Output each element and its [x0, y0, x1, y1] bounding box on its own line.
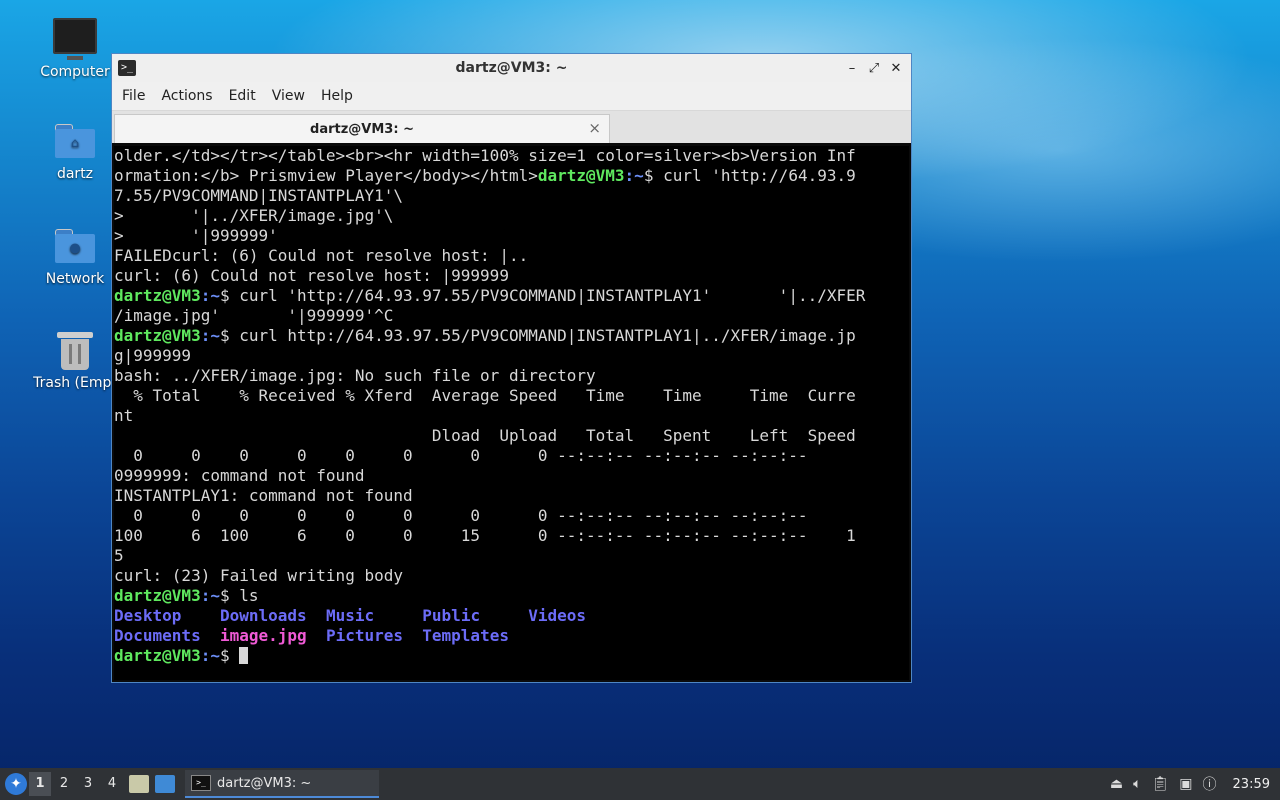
home-folder-icon: ⌂ — [55, 124, 95, 158]
desktop-icon-label: dartz — [56, 166, 94, 182]
terminal-line: curl: (6) Could not resolve host: |99999… — [114, 266, 509, 285]
terminal-line: ormation:</b> Prismview Player</body></h… — [114, 166, 856, 185]
tab-close-icon[interactable]: × — [588, 119, 601, 137]
tab-label: dartz@VM3: ~ — [310, 121, 414, 137]
ls-output-row: Documents image.jpg Pictures Templates — [114, 626, 509, 645]
menu-file[interactable]: File — [114, 88, 153, 104]
menubar: File Actions Edit View Help — [112, 82, 911, 111]
terminal-output[interactable]: older.</td></tr></table><br><hr width=10… — [114, 146, 909, 680]
desktop-icon-trash[interactable]: Trash (Empt — [25, 330, 125, 391]
text-cursor — [239, 647, 249, 664]
terminal-line: /image.jpg' '|999999'^C — [114, 306, 394, 325]
taskbar-terminal-button[interactable]: >_ dartz@VM3: ~ — [185, 770, 379, 798]
show-desktop-icon[interactable] — [155, 775, 175, 793]
workspace-4[interactable]: 4 — [101, 772, 123, 796]
terminal-line: 100 6 100 6 0 0 15 0 --:--:-- --:--:-- -… — [114, 526, 856, 545]
window-title: dartz@VM3: ~ — [455, 60, 568, 76]
computer-icon — [53, 18, 97, 60]
update-notifier-icon[interactable]: ⓘ — [1203, 774, 1217, 794]
terminal-line: > '|999999' — [114, 226, 278, 245]
volume-icon[interactable]: 🔈︎ — [1133, 776, 1141, 792]
workspace-3[interactable]: 3 — [77, 772, 99, 796]
desktop-icon-network[interactable]: ● Network — [25, 229, 125, 287]
terminal-prompt-line: dartz@VM3:~$ — [114, 646, 909, 666]
terminal-line: 0 0 0 0 0 0 0 0 --:--:-- --:--:-- --:--:… — [114, 446, 808, 465]
terminal-line: dartz@VM3:~$ curl 'http://64.93.97.55/PV… — [114, 286, 866, 305]
menu-view[interactable]: View — [264, 88, 313, 104]
workspace-1[interactable]: 1 — [29, 772, 51, 796]
eject-icon[interactable]: ⏏ — [1110, 776, 1123, 792]
network-icon[interactable]: ▣ — [1179, 776, 1192, 792]
ls-output-row: Desktop Downloads Music Public Videos — [114, 606, 587, 625]
file-manager-icon[interactable] — [129, 775, 149, 793]
minimize-button[interactable]: – — [843, 61, 861, 76]
terminal-line: % Total % Received % Xferd Average Speed… — [114, 386, 856, 405]
start-menu-icon[interactable]: ✦ — [5, 773, 27, 795]
task-label: dartz@VM3: ~ — [217, 775, 312, 791]
clipboard-icon[interactable]: 📋︎ — [1152, 776, 1170, 792]
terminal-icon: >_ — [191, 775, 211, 791]
network-folder-icon: ● — [55, 229, 95, 263]
terminal-line: FAILEDcurl: (6) Could not resolve host: … — [114, 246, 529, 265]
terminal-line: 0 0 0 0 0 0 0 0 --:--:-- --:--:-- --:--:… — [114, 506, 808, 525]
tab-terminal[interactable]: dartz@VM3: ~ × — [114, 114, 610, 143]
terminal-line: curl: (23) Failed writing body — [114, 566, 403, 585]
terminal-line: Dload Upload Total Spent Left Speed — [114, 426, 856, 445]
terminal-line: g|999999 — [114, 346, 192, 365]
terminal-line: dartz@VM3:~$ ls — [114, 586, 259, 605]
desktop-icon-home[interactable]: ⌂ dartz — [25, 124, 125, 182]
terminal-line: dartz@VM3:~$ curl http://64.93.97.55/PV9… — [114, 326, 856, 345]
desktop-icon-label: Network — [45, 271, 105, 287]
terminal-line: nt — [114, 406, 134, 425]
system-tray: ⏏ 🔈︎ 📋︎ ▣ ⓘ 23:59 — [1110, 774, 1270, 794]
taskbar: ✦ 1 2 3 4 >_ dartz@VM3: ~ ⏏ 🔈︎ 📋︎ ▣ ⓘ 23… — [0, 768, 1280, 800]
terminal-icon: >_ — [118, 60, 136, 76]
window-titlebar[interactable]: >_ dartz@VM3: ~ – ⤢ ✕ — [112, 54, 911, 82]
menu-actions[interactable]: Actions — [153, 88, 220, 104]
clock[interactable]: 23:59 — [1233, 777, 1270, 792]
terminal-window: >_ dartz@VM3: ~ – ⤢ ✕ File Actions Edit … — [111, 53, 912, 683]
workspace-2[interactable]: 2 — [53, 772, 75, 796]
menu-help[interactable]: Help — [313, 88, 361, 104]
terminal-line: bash: ../XFER/image.jpg: No such file or… — [114, 366, 596, 385]
terminal-line: older.</td></tr></table><br><hr width=10… — [114, 146, 856, 165]
terminal-line: 7.55/PV9COMMAND|INSTANTPLAY1'\ — [114, 186, 403, 205]
desktop-icon-label: Trash (Empt — [33, 375, 117, 391]
trash-icon — [57, 330, 93, 370]
terminal-line: 0999999: command not found — [114, 466, 365, 485]
desktop-icon-computer[interactable]: Computer — [25, 18, 125, 80]
terminal-line: INSTANTPLAY1: command not found — [114, 486, 413, 505]
menu-edit[interactable]: Edit — [221, 88, 264, 104]
maximize-button[interactable]: ⤢ — [865, 61, 883, 76]
terminal-line: 5 — [114, 546, 124, 565]
tab-bar: dartz@VM3: ~ × — [112, 111, 911, 143]
desktop-icon-label: Computer — [40, 64, 110, 80]
close-button[interactable]: ✕ — [887, 61, 905, 76]
terminal-line: > '|../XFER/image.jpg'\ — [114, 206, 394, 225]
